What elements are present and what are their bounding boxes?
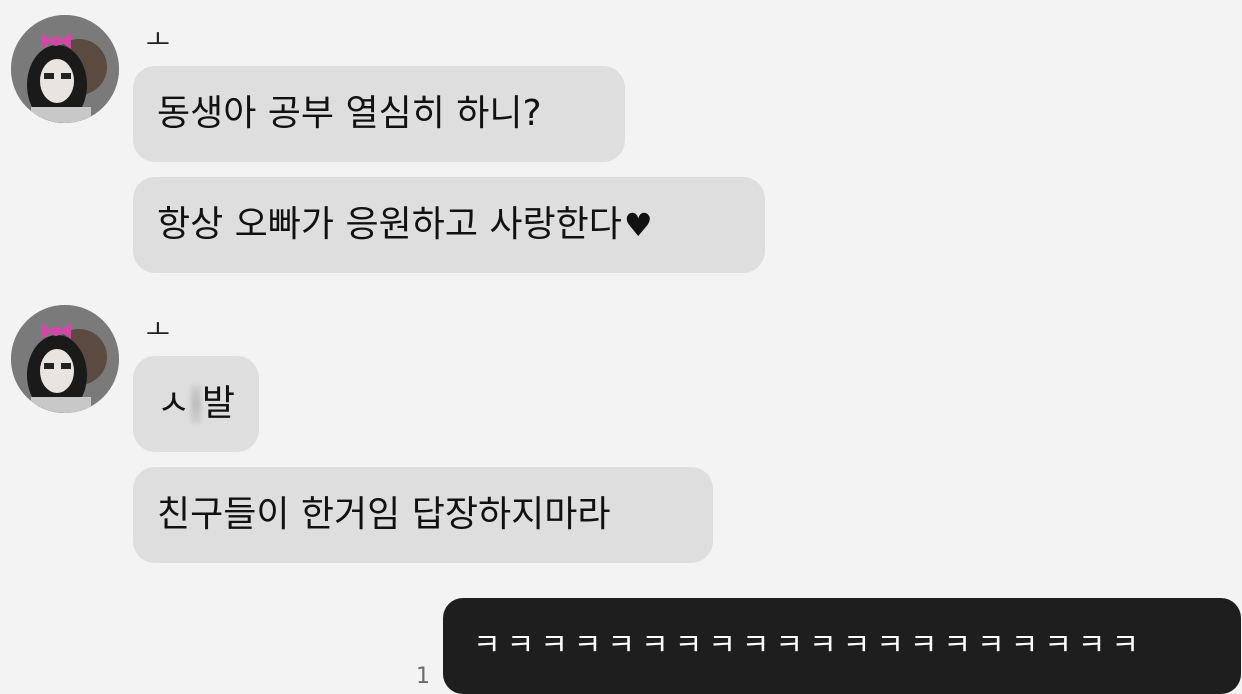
message-bubble[interactable]: 친구들이 한거임 답장하지마라: [133, 467, 713, 563]
message-text: 친구들이 한거임 답장하지마라: [157, 494, 611, 535]
message-bubble[interactable]: 동생아 공부 열심히 하니?: [133, 66, 625, 162]
message-bubble[interactable]: 항상 오빠가 응원하고 사랑한다 ♥: [133, 177, 765, 273]
my-message-bubble[interactable]: ㅋㅋㅋㅋㅋㅋㅋㅋㅋㅋㅋㅋㅋㅋㅋㅋㅋㅋㅋㅋ: [443, 598, 1241, 694]
censor-blur: [191, 385, 201, 423]
message-text-start: ㅅ: [157, 383, 191, 424]
sender-name: ㅗ: [146, 26, 170, 56]
sender-name: ㅗ: [146, 316, 170, 346]
message-text: 항상 오빠가 응원하고 사랑한다: [157, 204, 622, 245]
message-text-end: 발: [201, 383, 235, 424]
avatar[interactable]: [11, 305, 119, 413]
avatar[interactable]: [11, 15, 119, 123]
heart-icon: ♥: [623, 206, 653, 244]
message-text: ㅋㅋㅋㅋㅋㅋㅋㅋㅋㅋㅋㅋㅋㅋㅋㅋㅋㅋㅋㅋ: [473, 628, 1145, 663]
unread-count: 1: [416, 664, 430, 689]
chat-view: ㅗ 동생아 공부 열심히 하니? 항상 오빠가 응원하고 사랑한다 ♥ ㅗ ㅅ발 …: [0, 0, 1242, 694]
message-text: 동생아 공부 열심히 하니?: [157, 93, 542, 134]
message-bubble[interactable]: ㅅ발: [133, 356, 259, 452]
